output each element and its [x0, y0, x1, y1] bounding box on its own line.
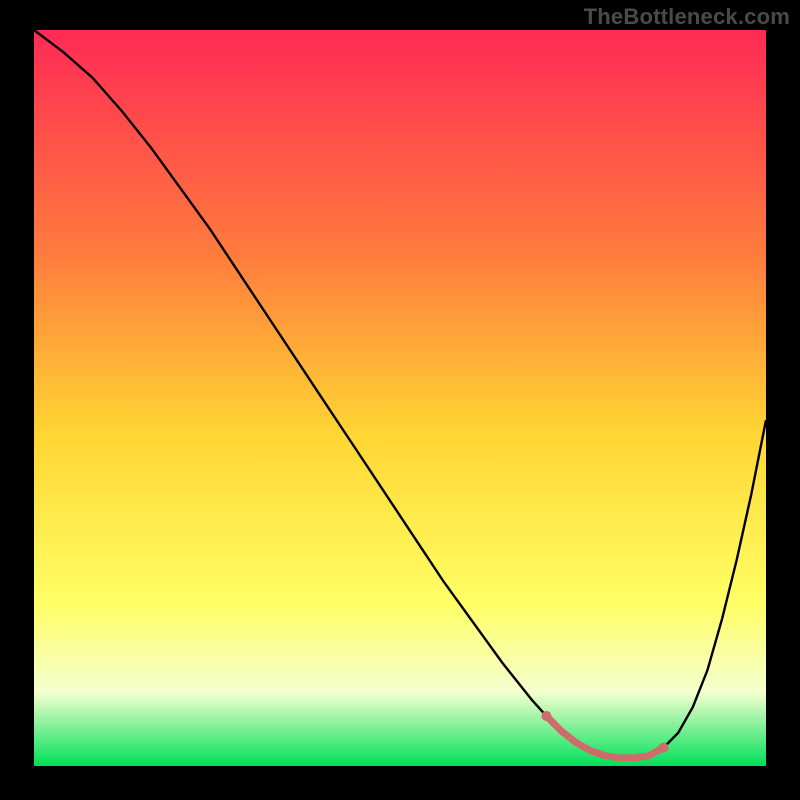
watermark-text: TheBottleneck.com — [584, 4, 790, 30]
chart-frame: TheBottleneck.com — [0, 0, 800, 800]
plot-area — [34, 30, 766, 766]
sweet-spot-start-marker — [541, 711, 551, 721]
bottleneck-chart — [34, 30, 766, 766]
sweet-spot-end-marker — [659, 743, 669, 753]
